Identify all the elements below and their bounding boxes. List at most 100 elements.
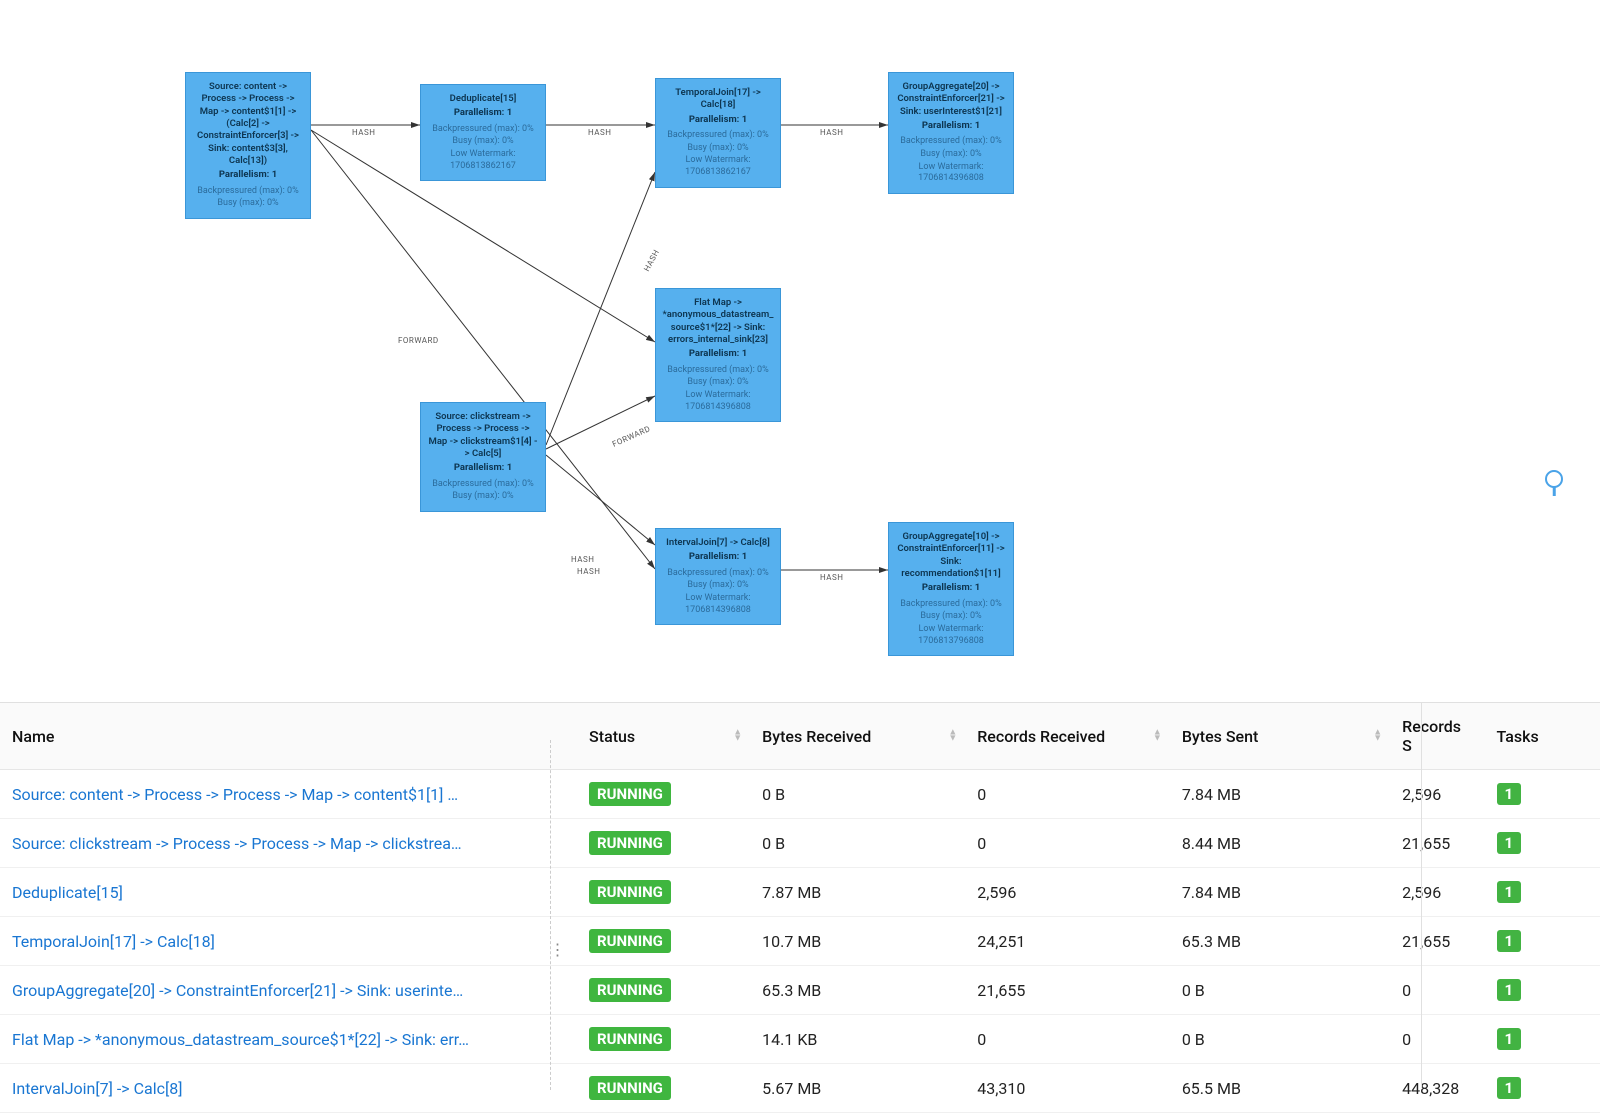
status-cell: RUNNING <box>577 917 750 966</box>
node-stat: Backpressured (max): 0% <box>427 479 539 491</box>
node-stat: Backpressured (max): 0% <box>427 124 539 136</box>
node-stat: Backpressured (max): 0% <box>895 599 1007 611</box>
bytes-received-cell: 10.7 MB <box>750 917 965 966</box>
col-header-bytes-sent[interactable]: Bytes Sent ▲▼ <box>1170 703 1390 770</box>
node-stat: Low Watermark: 1706814396808 <box>895 162 1007 185</box>
graph-edge <box>546 396 655 449</box>
node-title: Source: content -> Process -> Process ->… <box>192 81 304 167</box>
column-resize-handle[interactable]: ⋮ <box>550 740 564 1090</box>
node-stat: Busy (max): 0% <box>662 377 774 389</box>
graph-node-n3[interactable]: TemporalJoin[17] -> Calc[18]Parallelism:… <box>655 78 781 188</box>
operator-name-link[interactable]: Flat Map -> *anonymous_datastream_source… <box>0 1015 577 1064</box>
job-graph-canvas[interactable]: Source: content -> Process -> Process ->… <box>0 0 1600 700</box>
records-received-cell: 0 <box>965 1015 1170 1064</box>
node-parallelism: Parallelism: 1 <box>895 120 1007 132</box>
status-cell: RUNNING <box>577 770 750 819</box>
edge-label: HASH <box>588 128 611 137</box>
edge-label: FORWARD <box>611 424 652 449</box>
bytes-received-cell: 14.1 KB <box>750 1015 965 1064</box>
table-row[interactable]: Deduplicate[15]RUNNING7.87 MB2,5967.84 M… <box>0 868 1600 917</box>
table-row[interactable]: Source: clickstream -> Process -> Proces… <box>0 819 1600 868</box>
edge-label: HASH <box>820 128 843 137</box>
column-divider <box>1421 702 1422 1087</box>
node-stat: Low Watermark: 1706813862167 <box>662 155 774 178</box>
graph-node-n7[interactable]: IntervalJoin[7] -> Calc[8]Parallelism: 1… <box>655 528 781 625</box>
table-row[interactable]: TemporalJoin[17] -> Calc[18] RUNNING 10.7 … <box>0 917 1600 966</box>
edge-label: HASH <box>352 128 375 137</box>
table-row[interactable]: IntervalJoin[7] -> Calc[8]RUNNING5.67 MB… <box>0 1064 1600 1113</box>
tasks-badge: 1 <box>1497 881 1522 903</box>
bytes-sent-cell: 0 B <box>1170 1015 1390 1064</box>
operator-name-link[interactable]: Source: content -> Process -> Process ->… <box>0 770 577 819</box>
records-sent-cell: 0 <box>1390 966 1484 1015</box>
tasks-badge: 1 <box>1497 832 1522 854</box>
status-badge: RUNNING <box>589 978 671 1002</box>
node-stat: Low Watermark: 1706813862167 <box>427 149 539 172</box>
sort-icon: ▲▼ <box>948 730 957 743</box>
graph-node-n4[interactable]: GroupAggregate[20] -> ConstraintEnforcer… <box>888 72 1014 194</box>
node-stat: Busy (max): 0% <box>427 491 539 503</box>
col-header-bytes-received-label: Bytes Received <box>762 727 871 746</box>
col-header-tasks[interactable]: Tasks <box>1485 703 1600 770</box>
col-header-name[interactable]: Name <box>0 703 577 770</box>
table-row[interactable]: GroupAggregate[20] -> ConstraintEnforcer… <box>0 966 1600 1015</box>
records-sent-cell: 0 <box>1390 1015 1484 1064</box>
node-parallelism: Parallelism: 1 <box>192 169 304 181</box>
bytes-sent-cell: 8.44 MB <box>1170 819 1390 868</box>
node-parallelism: Parallelism: 1 <box>662 348 774 360</box>
operators-table: Name Status ▲▼ Bytes Received ▲▼ Records… <box>0 702 1600 1113</box>
node-stat: Busy (max): 0% <box>427 136 539 148</box>
operator-name-link[interactable]: Source: clickstream -> Process -> Proces… <box>0 819 577 868</box>
node-stat: Busy (max): 0% <box>662 143 774 155</box>
node-stat: Busy (max): 0% <box>662 580 774 592</box>
table-row[interactable]: Source: content -> Process -> Process ->… <box>0 770 1600 819</box>
tasks-badge: 1 <box>1497 783 1522 805</box>
tasks-cell: 1 <box>1485 1064 1600 1113</box>
node-stat: Low Watermark: 1706814396808 <box>662 390 774 413</box>
bytes-sent-cell: 65.5 MB <box>1170 1064 1390 1113</box>
graph-node-n8[interactable]: GroupAggregate[10] -> ConstraintEnforcer… <box>888 522 1014 656</box>
col-header-records-received[interactable]: Records Received ▲▼ <box>965 703 1170 770</box>
records-sent-cell: 2,596 <box>1390 770 1484 819</box>
col-header-status[interactable]: Status ▲▼ <box>577 703 750 770</box>
records-received-cell: 24,251 <box>965 917 1170 966</box>
operator-name-link[interactable]: GroupAggregate[20] -> ConstraintEnforcer… <box>0 966 577 1015</box>
graph-node-n5[interactable]: Source: clickstream -> Process -> Proces… <box>420 402 546 512</box>
sort-icon: ▲▼ <box>1153 730 1162 743</box>
col-header-records-sent[interactable]: Records S <box>1390 703 1484 770</box>
graph-edge <box>546 455 655 545</box>
records-received-cell: 0 <box>965 770 1170 819</box>
node-title: GroupAggregate[10] -> ConstraintEnforcer… <box>895 531 1007 580</box>
tasks-cell: 1 <box>1485 819 1600 868</box>
bytes-received-cell: 7.87 MB <box>750 868 965 917</box>
tasks-cell: 1 <box>1485 868 1600 917</box>
tasks-badge: 1 <box>1497 930 1522 952</box>
zoom-slider-handle[interactable] <box>1545 470 1563 488</box>
operator-name-link[interactable]: Deduplicate[15] <box>0 868 577 917</box>
status-cell: RUNNING <box>577 868 750 917</box>
node-title: Deduplicate[15] <box>427 93 539 105</box>
records-sent-cell: 21,655 <box>1390 819 1484 868</box>
edge-label: HASH <box>571 555 594 564</box>
graph-node-n6[interactable]: Flat Map -> *anonymous_datastream_source… <box>655 288 781 422</box>
table-row[interactable]: Flat Map -> *anonymous_datastream_source… <box>0 1015 1600 1064</box>
operator-name-link[interactable]: IntervalJoin[7] -> Calc[8] <box>0 1064 577 1113</box>
node-title: Flat Map -> *anonymous_datastream_source… <box>662 297 774 346</box>
graph-node-n2[interactable]: Deduplicate[15]Parallelism: 1Backpressur… <box>420 84 546 181</box>
graph-node-n1[interactable]: Source: content -> Process -> Process ->… <box>185 72 311 219</box>
sort-icon: ▲▼ <box>1373 730 1382 743</box>
node-stat: Busy (max): 0% <box>895 611 1007 623</box>
sort-icon: ▲▼ <box>733 730 742 743</box>
status-badge: RUNNING <box>589 929 671 953</box>
node-parallelism: Parallelism: 1 <box>427 462 539 474</box>
status-cell: RUNNING <box>577 1015 750 1064</box>
records-received-cell: 0 <box>965 819 1170 868</box>
node-stat: Backpressured (max): 0% <box>192 186 304 198</box>
col-header-bytes-received[interactable]: Bytes Received ▲▼ <box>750 703 965 770</box>
status-badge: RUNNING <box>589 831 671 855</box>
node-title: GroupAggregate[20] -> ConstraintEnforcer… <box>895 81 1007 118</box>
node-parallelism: Parallelism: 1 <box>662 114 774 126</box>
records-received-cell: 21,655 <box>965 966 1170 1015</box>
bytes-sent-cell: 65.3 MB <box>1170 917 1390 966</box>
operator-name-link[interactable]: TemporalJoin[17] -> Calc[18] <box>0 917 577 966</box>
